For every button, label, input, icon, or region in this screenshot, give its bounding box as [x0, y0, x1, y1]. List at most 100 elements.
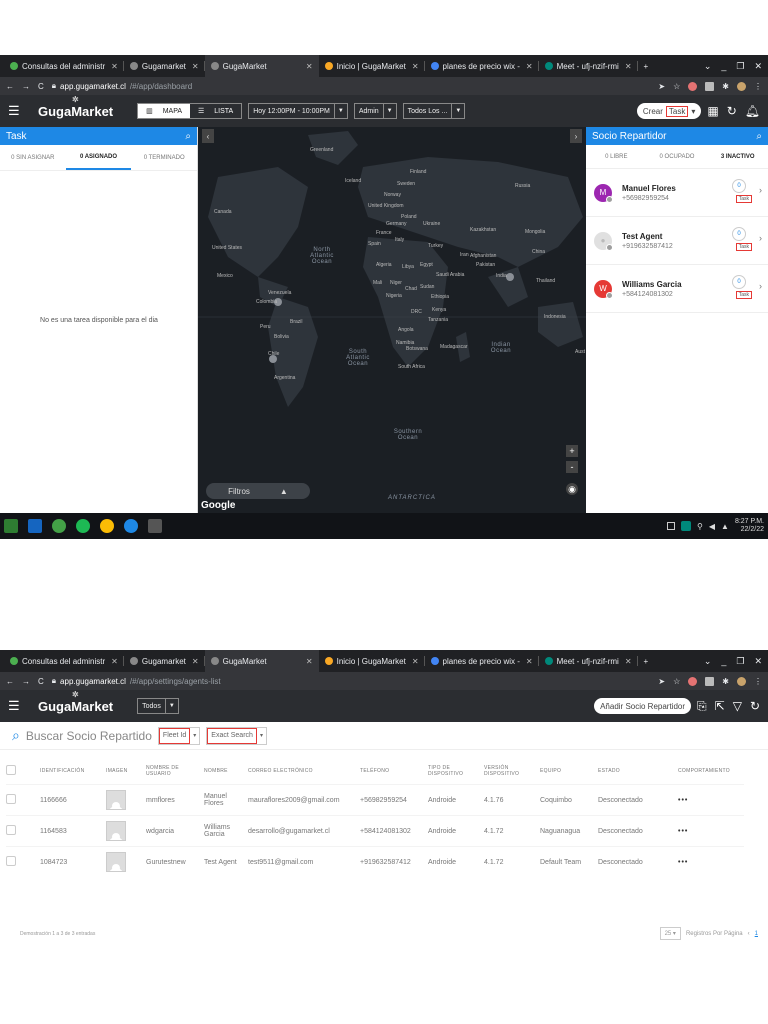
extension-icon[interactable] [688, 676, 698, 686]
row-checkbox[interactable] [6, 825, 16, 835]
volume-icon[interactable]: ◀︎ [709, 522, 715, 531]
team-filter-select[interactable]: Todos ▼ [137, 698, 179, 714]
tray-icon[interactable] [667, 522, 675, 530]
collapse-right-panel-icon[interactable]: › [570, 129, 582, 143]
close-window-icon[interactable]: ✕ [754, 656, 762, 667]
zoom-in-button[interactable]: + [566, 445, 578, 457]
back-icon[interactable]: ← [6, 82, 14, 91]
chevron-left-icon[interactable]: ‹ [748, 931, 750, 937]
app-logo[interactable]: GugaMarket ✲ [38, 95, 113, 119]
row-actions-menu[interactable]: ••• [678, 828, 744, 835]
close-icon[interactable]: ✕ [619, 62, 632, 71]
reload-icon[interactable]: C [38, 82, 44, 91]
task-link[interactable]: Task [735, 195, 752, 203]
search-field-select[interactable]: Fleet Id ▾ [157, 726, 201, 745]
task-link[interactable]: Task [735, 243, 752, 251]
collapse-left-panel-icon[interactable]: ‹ [202, 129, 214, 143]
tab-search-icon[interactable]: ⌄ [704, 61, 712, 72]
share-icon[interactable]: ➤ [658, 82, 665, 91]
app-logo[interactable]: GugaMarket ✲ [38, 690, 113, 714]
browser-tab[interactable]: Gugamarket ✕ [124, 650, 205, 672]
export-icon[interactable]: ⇱ [715, 699, 725, 713]
row-actions-menu[interactable]: ••• [678, 797, 744, 804]
spotify-icon[interactable] [76, 519, 90, 533]
close-icon[interactable]: ✕ [520, 62, 533, 71]
column-header[interactable]: VERSIÓN DISPOSITIVO [484, 765, 540, 777]
close-window-icon[interactable]: ✕ [754, 61, 762, 72]
hamburger-menu-icon[interactable]: ☰ [8, 698, 26, 714]
browser-tab[interactable]: Gugamarket ✕ [124, 55, 205, 77]
extensions-puzzle-icon[interactable]: ✱ [722, 677, 729, 686]
browser-tab[interactable]: Inicio | GugaMarket ✕ [319, 55, 425, 77]
column-header[interactable]: CORREO ELECTRÓNICO [248, 768, 360, 774]
url-field[interactable]: 🔒︎ app.gugamarket.cl/#/app/dashboard [52, 81, 192, 91]
chevron-right-icon[interactable]: › [759, 233, 762, 243]
new-tab-button[interactable]: + [638, 650, 655, 672]
date-range-select[interactable]: Hoy 12:00PM - 10:00PM ▼ [248, 103, 348, 119]
minimize-icon[interactable]: _ [721, 656, 726, 667]
table-row[interactable]: 1164583 wdgarcia Williams Garcia desarro… [6, 815, 744, 846]
agent-list-item[interactable]: W Williams Garcia +584124081302 0 Task › [586, 265, 768, 313]
apps-grid-icon[interactable]: ▦ [707, 104, 718, 118]
browser-tab[interactable]: planes de precio wix - ✕ [425, 55, 539, 77]
row-actions-menu[interactable]: ••• [678, 859, 744, 866]
column-header[interactable]: ESTADO [598, 768, 678, 774]
bookmark-star-icon[interactable]: ☆ [673, 82, 680, 91]
extension-icon[interactable] [705, 81, 715, 91]
close-icon[interactable]: ✕ [105, 62, 118, 71]
list-view-button[interactable]: ☰ LISTA [190, 104, 241, 118]
app-icon[interactable] [52, 519, 66, 533]
agent-list-item[interactable]: ● Test Agent +919632587412 0 Task › [586, 217, 768, 265]
browser-tab[interactable]: Consultas del administr ✕ [4, 650, 124, 672]
search-input[interactable]: Buscar Socio Repartido [26, 729, 152, 743]
zoom-out-button[interactable]: - [566, 461, 578, 473]
browser-tab[interactable]: planes de precio wix - ✕ [425, 650, 539, 672]
browser-tab[interactable]: Consultas del administr ✕ [4, 55, 124, 77]
extension-icon[interactable] [705, 676, 715, 686]
browser-tab-active[interactable]: GugaMarket ✕ [204, 650, 319, 672]
close-icon[interactable]: ✕ [619, 657, 632, 666]
row-checkbox[interactable] [6, 794, 16, 804]
tab-free[interactable]: 0 LIBRE [586, 145, 647, 168]
page-number[interactable]: 1 [755, 931, 758, 937]
tab-inactive[interactable]: 3 INACTIVO [707, 145, 768, 168]
row-checkbox[interactable] [6, 856, 16, 866]
reload-icon[interactable]: C [38, 677, 44, 686]
import-icon[interactable]: ⎘ [697, 699, 707, 714]
close-icon[interactable]: ✕ [186, 62, 199, 71]
close-icon[interactable]: ✕ [186, 657, 199, 666]
forward-icon[interactable]: → [22, 677, 30, 686]
hamburger-menu-icon[interactable]: ☰ [8, 103, 26, 119]
bookmark-star-icon[interactable]: ☆ [673, 677, 680, 686]
clock[interactable]: 8:27 P.M. 22/2/22 [735, 518, 764, 534]
filters-button[interactable]: Filtros ▲ [206, 483, 310, 499]
column-header[interactable]: EQUIPO [540, 768, 598, 774]
column-header[interactable]: TIPO DE DISPOSITIVO [428, 765, 484, 777]
tray-icon[interactable] [681, 521, 691, 531]
extensions-puzzle-icon[interactable]: ✱ [722, 82, 729, 91]
browser-tab-active[interactable]: GugaMarket ✕ [204, 55, 319, 77]
table-row[interactable]: 1084723 Gurutestnew Test Agent test9511@… [6, 846, 744, 877]
search-icon[interactable]: ⌕ [756, 131, 762, 142]
url-field[interactable]: 🔒︎ app.gugamarket.cl/#/app/settings/agent… [52, 676, 221, 686]
refresh-icon[interactable]: ↻ [727, 104, 737, 118]
tab-busy[interactable]: 0 OCUPADO [647, 145, 708, 168]
world-map[interactable]: Greenland Iceland Sweden Finland Norway … [198, 127, 586, 513]
share-icon[interactable]: ➤ [658, 677, 665, 686]
chevron-right-icon[interactable]: › [759, 185, 762, 195]
per-page-select[interactable]: 25 ▾ [659, 927, 681, 940]
network-icon[interactable]: ⚲ [697, 522, 703, 531]
back-icon[interactable]: ← [6, 677, 14, 686]
chevron-right-icon[interactable]: › [759, 281, 762, 291]
locate-icon[interactable]: ◉ [566, 483, 578, 495]
start-icon[interactable] [4, 519, 18, 533]
filter-icon[interactable]: ▽ [733, 699, 742, 713]
new-tab-button[interactable]: + [638, 55, 655, 77]
close-icon[interactable]: ✕ [300, 62, 313, 71]
select-all-checkbox[interactable] [6, 765, 16, 775]
forward-icon[interactable]: → [22, 82, 30, 91]
kebab-menu-icon[interactable]: ⋮ [754, 677, 762, 686]
column-header[interactable]: NOMBRE [204, 768, 248, 774]
browser-tab[interactable]: Meet - ufj-nzif-rmi ✕ [539, 55, 638, 77]
create-task-button[interactable]: Crear Task ▾ [636, 103, 702, 119]
